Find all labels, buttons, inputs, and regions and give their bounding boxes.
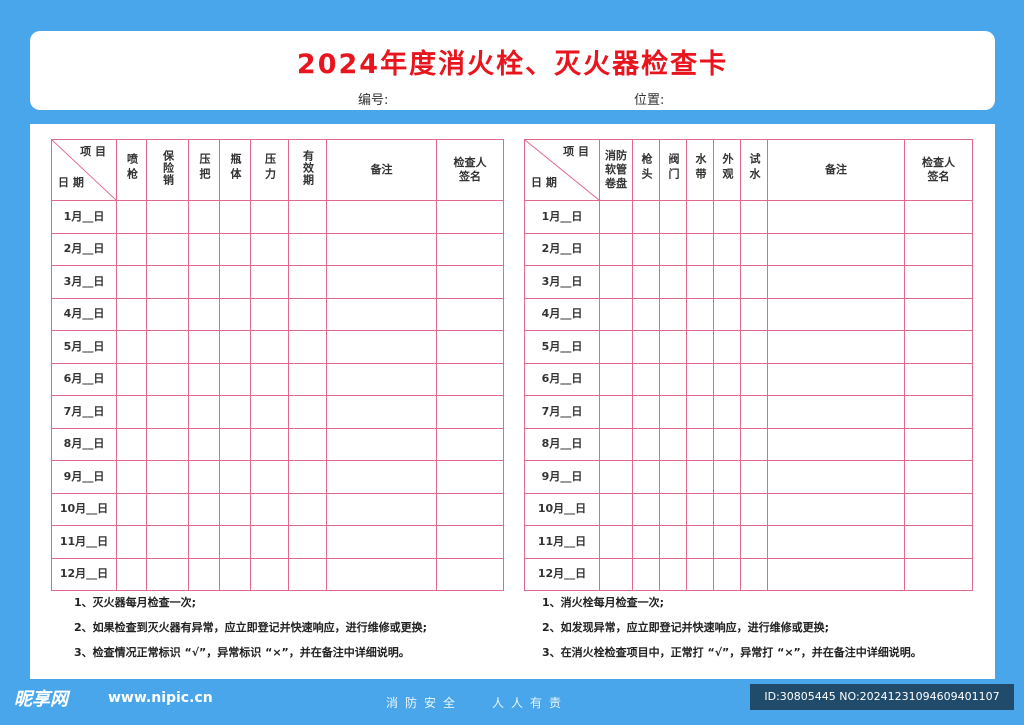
row-date-label: 7月__日 — [51, 395, 117, 429]
column-header: 阀门 — [659, 139, 687, 201]
table-row: 3月__日 — [51, 265, 504, 299]
number-label: 编号: — [358, 93, 389, 108]
location-label: 位置: — [634, 93, 665, 108]
watermark-id: ID:30805445 NO:20241231094609401107 — [750, 684, 1014, 710]
row-date-label: 2月__日 — [524, 232, 600, 266]
table-row: 9月__日 — [51, 460, 504, 494]
row-date-label: 2月__日 — [51, 232, 117, 266]
row-date-label: 9月__日 — [524, 460, 600, 494]
row-date-label: 12月__日 — [51, 557, 117, 591]
row-date-label: 5月__日 — [524, 330, 600, 364]
page-title: 2024年度消火栓、灭火器检查卡 — [296, 49, 729, 80]
table-row: 7月__日 — [524, 395, 973, 429]
column-header: 喷枪 — [116, 139, 147, 201]
table-row: 8月__日 — [51, 427, 504, 461]
slogan-right: 人人有责 — [492, 696, 569, 710]
slogan-left: 消防安全 — [386, 696, 463, 710]
table-row: 12月__日 — [51, 557, 504, 591]
extinguisher-table: 项 目 日 期 喷枪 保险销 压把 瓶体 压力 有效期 备注 检查人签名 1月_… — [51, 139, 504, 591]
row-date-label: 3月__日 — [524, 265, 600, 299]
diagonal-item-label: 项 目 — [563, 145, 589, 158]
row-date-label: 7月__日 — [524, 395, 600, 429]
row-date-label: 4月__日 — [524, 297, 600, 331]
row-date-label: 6月__日 — [524, 362, 600, 396]
row-date-label: 4月__日 — [51, 297, 117, 331]
table-row: 4月__日 — [51, 297, 504, 331]
table-row: 5月__日 — [524, 330, 973, 364]
table-row: 10月__日 — [51, 492, 504, 526]
diagonal-date-label: 日 期 — [58, 176, 84, 189]
table-row: 5月__日 — [51, 330, 504, 364]
note-line: 2、如果检查到灭火器有异常，应立即登记并快速响应，进行维修或更换; — [74, 621, 428, 634]
table-row: 2月__日 — [524, 232, 973, 266]
row-date-label: 12月__日 — [524, 557, 600, 591]
row-date-label: 10月__日 — [51, 492, 117, 526]
hydrant-table: 项 目 日 期 消防软管卷盘 枪头 阀门 水带 外观 试水 备注 检查人签名 1… — [524, 139, 973, 591]
row-date-label: 11月__日 — [51, 525, 117, 559]
column-header: 检查人签名 — [904, 139, 973, 201]
watermark-site: www.nipic.cn — [108, 690, 213, 706]
column-header: 瓶体 — [219, 139, 251, 201]
diagonal-header-cell: 项 目 日 期 — [524, 139, 600, 201]
table-row: 3月__日 — [524, 265, 973, 299]
note-line: 3、在消火栓检查项目中，正常打 “√”，异常打 “×”，并在备注中详细说明。 — [542, 646, 922, 659]
row-date-label: 10月__日 — [524, 492, 600, 526]
table-row: 1月__日 — [524, 200, 973, 234]
row-date-label: 8月__日 — [524, 427, 600, 461]
column-header: 有效期 — [288, 139, 327, 201]
row-date-label: 1月__日 — [524, 200, 600, 234]
diagonal-date-label: 日 期 — [531, 176, 557, 189]
table-row: 4月__日 — [524, 297, 973, 331]
table-row: 1月__日 — [51, 200, 504, 234]
header-card: 2024年度消火栓、灭火器检查卡 编号: 位置: — [30, 31, 995, 110]
column-header: 外观 — [713, 139, 741, 201]
hydrant-notes: 1、消火栓每月检查一次; 2、如发现异常，应立即登记并快速响应，进行维修或更换;… — [542, 594, 922, 669]
note-line: 2、如发现异常，应立即登记并快速响应，进行维修或更换; — [542, 621, 830, 634]
table-row: 10月__日 — [524, 492, 973, 526]
watermark-logo: 昵享网 — [14, 689, 68, 710]
row-date-label: 6月__日 — [51, 362, 117, 396]
table-row: 9月__日 — [524, 460, 973, 494]
row-date-label: 11月__日 — [524, 525, 600, 559]
table-row: 6月__日 — [51, 362, 504, 396]
column-header: 备注 — [326, 139, 437, 201]
table-row: 11月__日 — [524, 525, 973, 559]
row-date-label: 5月__日 — [51, 330, 117, 364]
column-header: 备注 — [767, 139, 905, 201]
row-date-label: 1月__日 — [51, 200, 117, 234]
cards-panel: 项 目 日 期 喷枪 保险销 压把 瓶体 压力 有效期 备注 检查人签名 1月_… — [30, 124, 995, 679]
row-date-label: 8月__日 — [51, 427, 117, 461]
extinguisher-notes: 1、灭火器每月检查一次; 2、如果检查到灭火器有异常，应立即登记并快速响应，进行… — [74, 594, 427, 669]
note-line: 3、检查情况正常标识 “√”，异常标识 “×”，并在备注中详细说明。 — [74, 646, 410, 659]
diagonal-item-label: 项 目 — [80, 145, 106, 158]
diagonal-header-cell: 项 目 日 期 — [51, 139, 117, 201]
table-row: 12月__日 — [524, 557, 973, 591]
column-header: 保险销 — [146, 139, 189, 201]
table-row: 8月__日 — [524, 427, 973, 461]
note-line: 1、消火栓每月检查一次; — [542, 596, 665, 609]
extinguisher-header-row: 项 目 日 期 喷枪 保险销 压把 瓶体 压力 有效期 备注 检查人签名 — [51, 139, 504, 201]
table-row: 6月__日 — [524, 362, 973, 396]
column-header: 压把 — [188, 139, 220, 201]
column-header: 试水 — [740, 139, 768, 201]
row-date-label: 3月__日 — [51, 265, 117, 299]
table-row: 2月__日 — [51, 232, 504, 266]
column-header: 压力 — [250, 139, 289, 201]
column-header: 检查人签名 — [436, 139, 504, 201]
column-header: 消防软管卷盘 — [599, 139, 633, 201]
table-row: 11月__日 — [51, 525, 504, 559]
column-header: 枪头 — [632, 139, 660, 201]
table-row: 7月__日 — [51, 395, 504, 429]
hydrant-header-row: 项 目 日 期 消防软管卷盘 枪头 阀门 水带 外观 试水 备注 检查人签名 — [524, 139, 973, 201]
column-header: 水带 — [686, 139, 714, 201]
row-date-label: 9月__日 — [51, 460, 117, 494]
note-line: 1、灭火器每月检查一次; — [74, 596, 197, 609]
footer-slogan: 消防安全 人人有责 — [386, 694, 568, 711]
